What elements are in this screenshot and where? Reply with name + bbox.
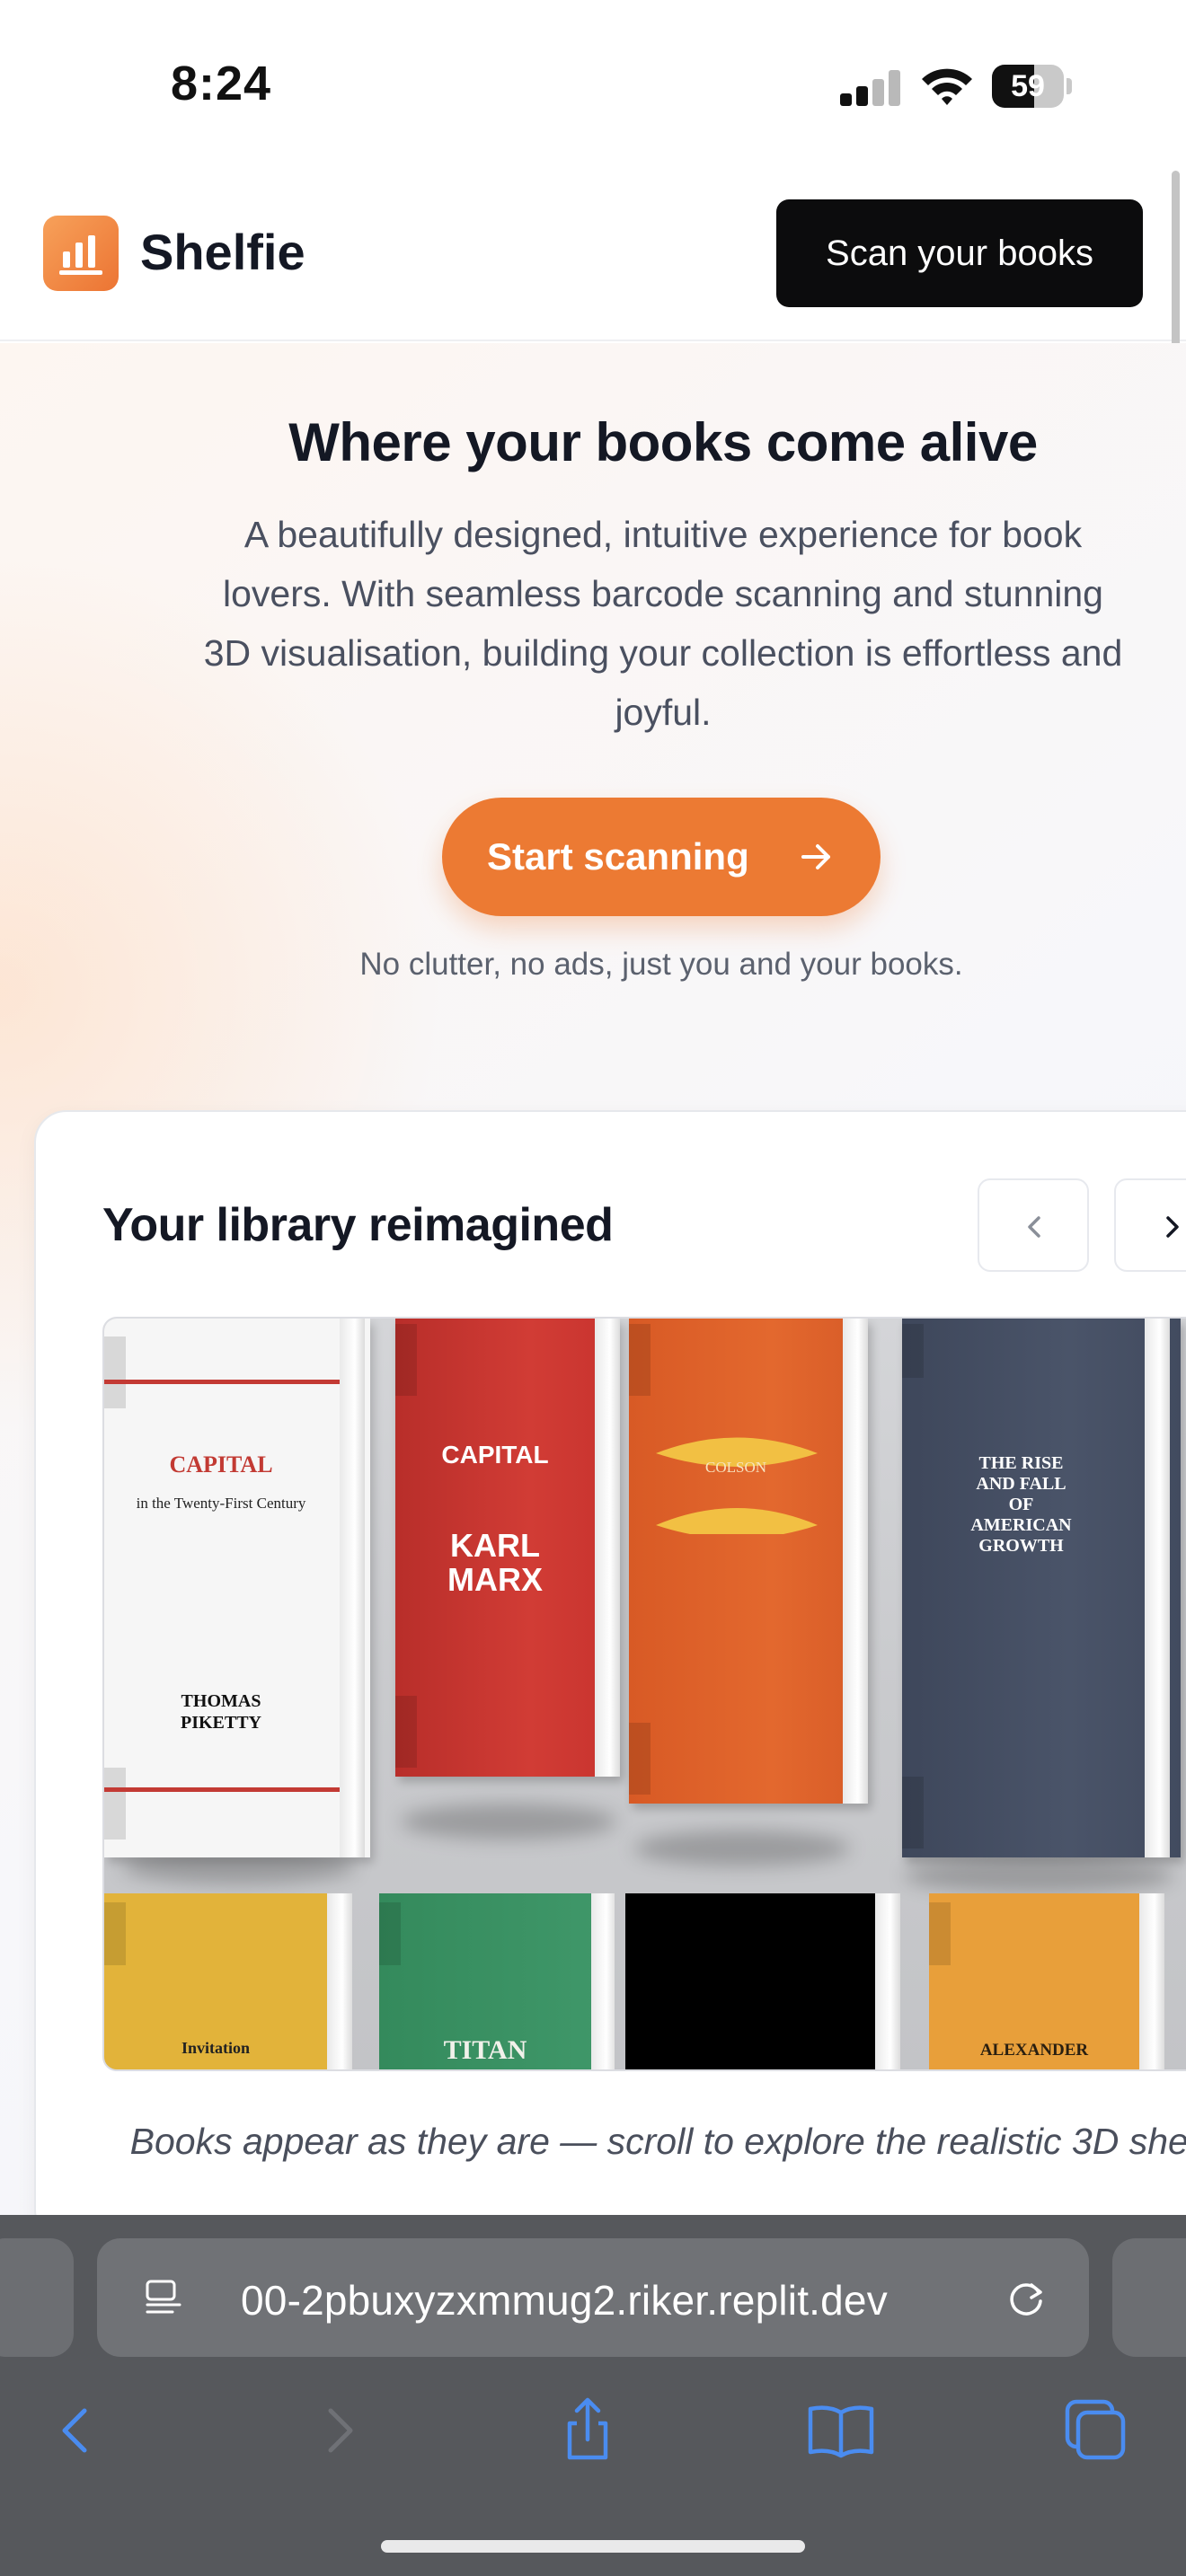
share-icon[interactable] xyxy=(543,2386,633,2475)
status-bar: 8:24 59 xyxy=(0,0,1186,162)
browser-toolbar: 00-2pbuxyzxmmug2.riker.replit.dev xyxy=(0,2215,1186,2576)
book-4-title: THE RISE AND FALL OF AMERICAN GROWTH xyxy=(970,1453,1072,1556)
brand-name[interactable]: Shelfie xyxy=(140,223,305,281)
forward-icon[interactable] xyxy=(293,2386,383,2475)
carousel-next-button[interactable] xyxy=(1114,1178,1186,1272)
book-1-subtitle: in the Twenty-First Century xyxy=(136,1495,306,1512)
chevron-left-icon xyxy=(1028,1216,1040,1238)
url-text: 00-2pbuxyzxmmug2.riker.replit.dev xyxy=(241,2277,888,2324)
library-card: Your library reimagined CAPITAL in the T… xyxy=(34,1110,1186,2242)
previous-tab[interactable] xyxy=(0,2238,74,2357)
battery-percentage: 59 xyxy=(1011,69,1045,103)
book-rise-and-fall[interactable]: THE RISE AND FALL OF AMERICAN GROWTH xyxy=(902,1319,1181,1857)
book-alexander[interactable]: ALEXANDER xyxy=(929,1893,1164,2069)
book-black[interactable] xyxy=(625,1893,900,2069)
next-tab[interactable] xyxy=(1112,2238,1186,2357)
address-bar[interactable]: 00-2pbuxyzxmmug2.riker.replit.dev xyxy=(97,2238,1089,2357)
bookmarks-icon[interactable] xyxy=(796,2386,886,2475)
shelfie-logo-icon[interactable] xyxy=(43,216,119,291)
book-titan[interactable]: TITAN xyxy=(379,1893,615,2069)
book-5-title: Invitation xyxy=(181,2039,251,2057)
reload-icon[interactable] xyxy=(1005,2276,1049,2325)
cellular-signal-icon xyxy=(840,70,901,106)
book-2-title: CAPITAL xyxy=(441,1441,549,1469)
library-title: Your library reimagined xyxy=(102,1199,614,1251)
site-header: Shelfie Scan your books xyxy=(0,162,1186,341)
wifi-icon xyxy=(918,63,976,110)
status-time: 8:24 xyxy=(171,57,272,110)
tabs-icon[interactable] xyxy=(1049,2386,1139,2475)
book-8-title: ALEXANDER xyxy=(979,2041,1089,2060)
hero-description: A beautifully designed, intuitive experi… xyxy=(203,514,1123,733)
carousel-prev-button[interactable] xyxy=(978,1178,1089,1272)
book-3-title: COLSON xyxy=(704,1459,766,1476)
start-scanning-label: Start scanning xyxy=(487,835,749,878)
book-shelf-3d[interactable]: CAPITAL in the Twenty-First Century THOM… xyxy=(102,1317,1186,2071)
arrow-right-icon xyxy=(794,835,837,878)
back-icon[interactable] xyxy=(32,2386,122,2475)
page-menu-icon[interactable] xyxy=(142,2276,185,2324)
book-6-title: TITAN xyxy=(443,2035,527,2065)
book-capital-marx[interactable]: CAPITAL KARL MARX xyxy=(395,1319,620,1777)
book-colson[interactable]: COLSON xyxy=(629,1319,868,1804)
home-indicator[interactable] xyxy=(381,2540,805,2553)
chevron-right-icon xyxy=(1166,1216,1179,1238)
book-invitation[interactable]: Invitation xyxy=(104,1893,352,2069)
start-scanning-button[interactable]: Start scanning xyxy=(442,798,881,916)
book-1-author: THOMAS PIKETTY xyxy=(180,1691,262,1733)
book-capital-piketty[interactable]: CAPITAL in the Twenty-First Century THOM… xyxy=(104,1319,370,1857)
book-1-title: CAPITAL xyxy=(169,1451,273,1478)
library-caption: Books appear as they are — scroll to exp… xyxy=(129,2121,1186,2162)
battery-icon: 59 xyxy=(992,65,1072,108)
hero-title: Where your books come alive xyxy=(288,412,1038,472)
book-2-author: KARL MARX xyxy=(447,1527,543,1598)
hero-note: No clutter, no ads, just you and your bo… xyxy=(359,947,963,982)
scan-books-button[interactable]: Scan your books xyxy=(776,199,1143,307)
